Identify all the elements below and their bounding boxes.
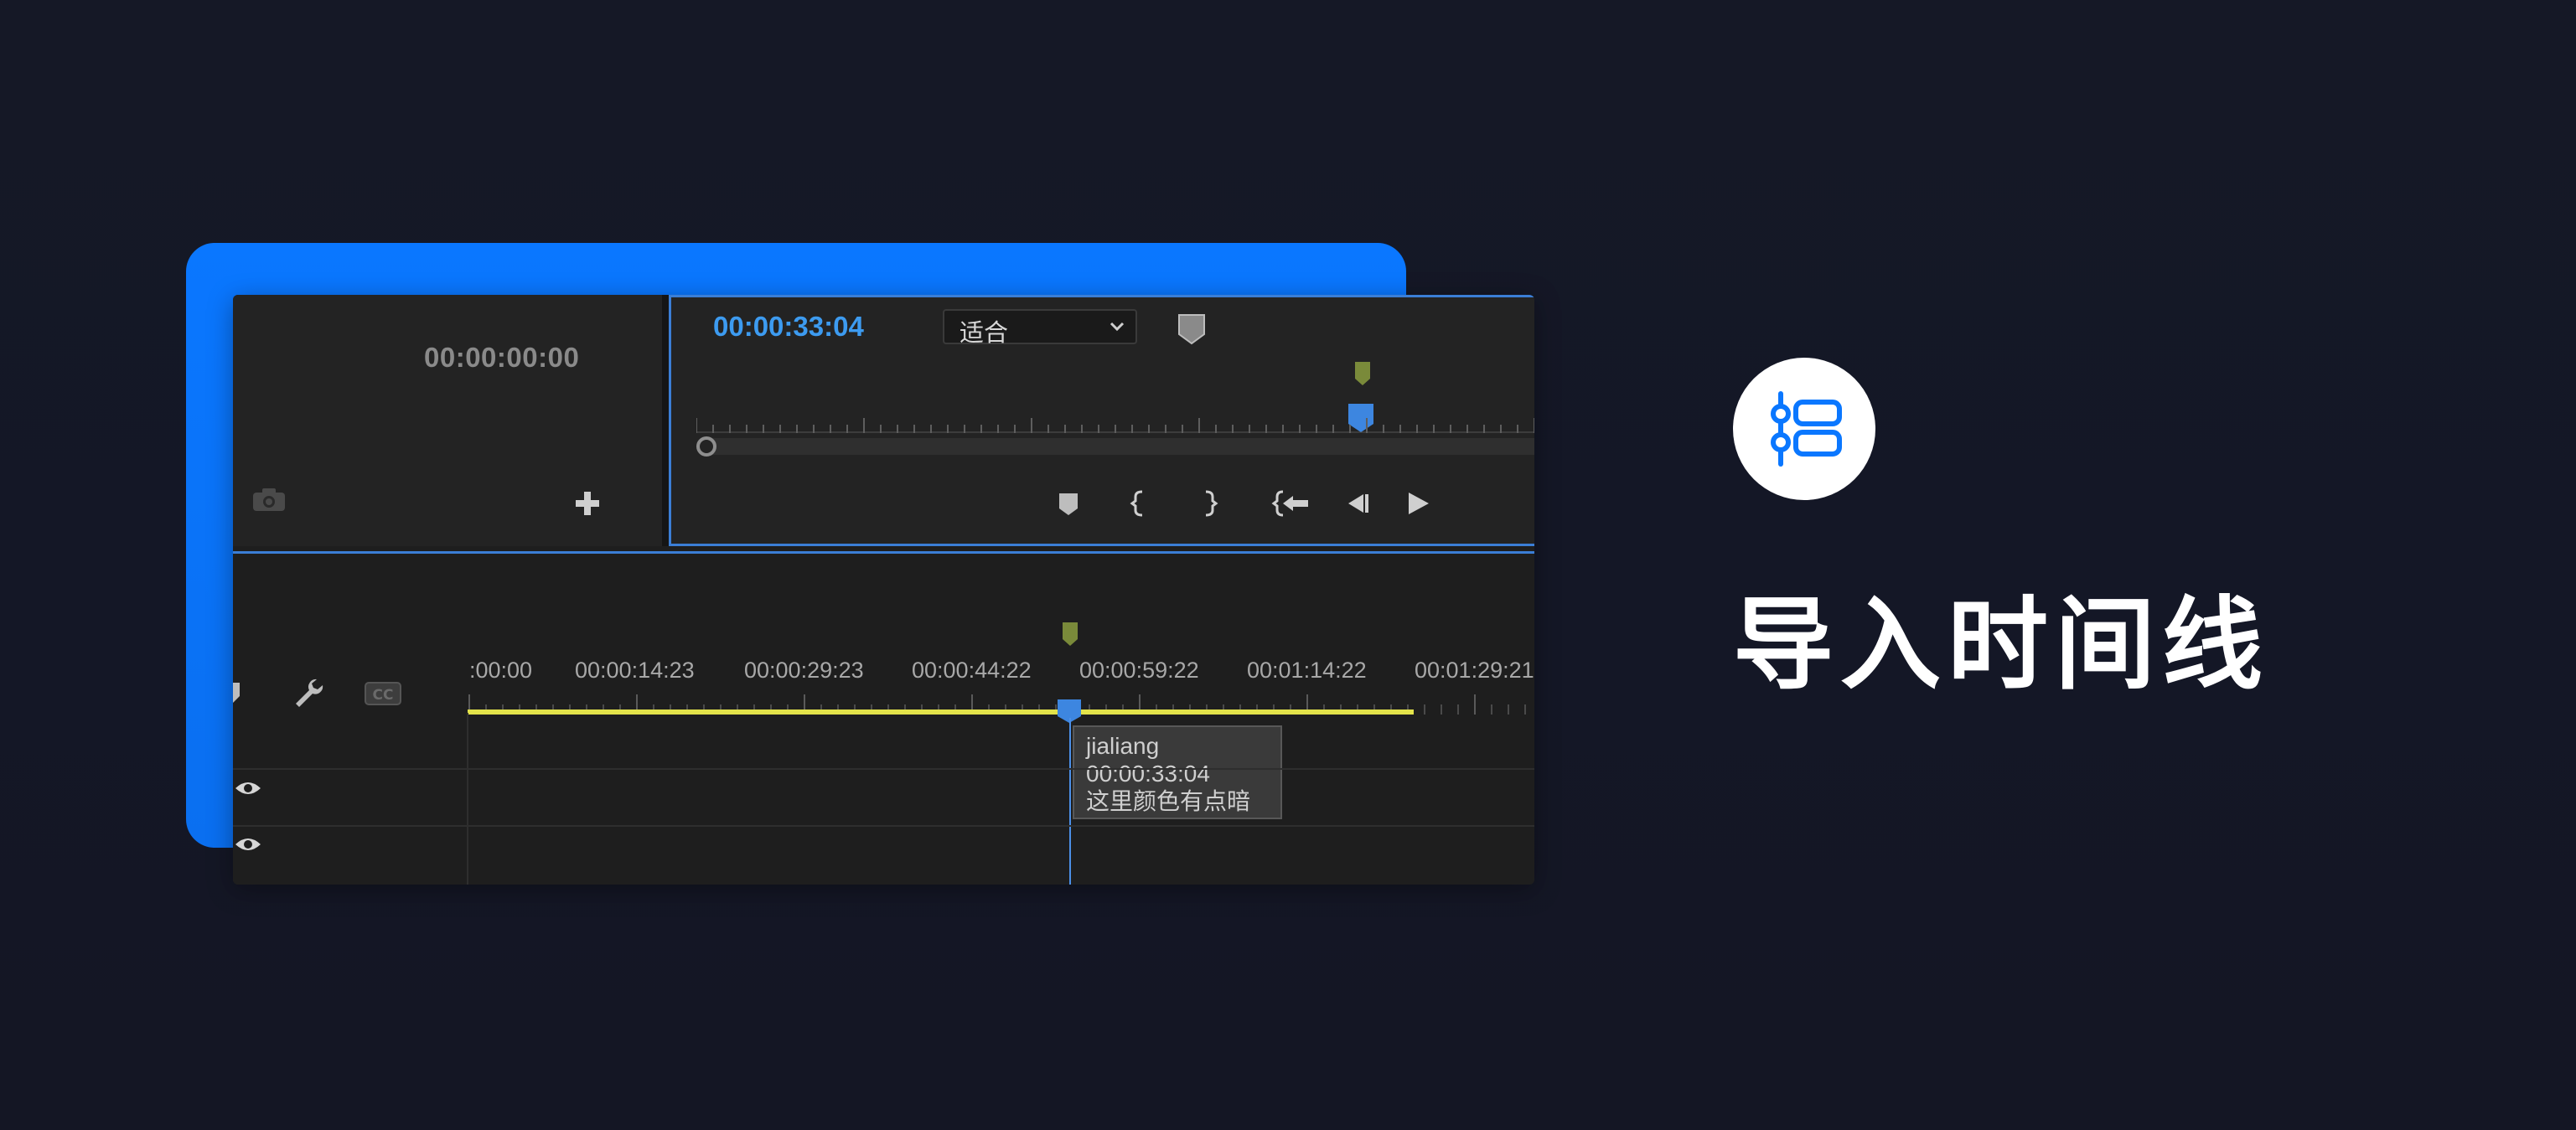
ruler-label: :00:00 [469,658,533,683]
timeline-ruler[interactable]: :00:00 00:00:14:23 00:00:29:23 00:00:44:… [468,554,1534,885]
marker-tooltip: jialiang 00:00:33:04 这里颜色有点暗 [1073,725,1282,819]
marker-icon[interactable] [1053,488,1084,519]
stage: 00:00:00:00 00:00:33:04 适合 CC:00:00 00:… [0,0,2576,1130]
add-icon[interactable] [573,489,602,518]
eye-icon[interactable] [233,834,263,854]
ruler-label: 00:00:44:22 [912,658,1032,683]
camera-icon[interactable] [251,486,287,513]
work-area-bar[interactable] [468,709,1414,715]
premiere-screenshot: 00:00:00:00 00:00:33:04 适合 CC:00:00 00:… [233,295,1534,885]
tooltip-timecode: 00:00:33:04 [1086,761,1210,787]
marker-icon[interactable] [233,679,240,704]
track-header-divider [467,713,468,885]
scrollbar-handle[interactable] [696,436,716,457]
program-ruler[interactable] [696,415,1534,433]
ruler-label: 00:00:29:23 [744,658,864,683]
mark-out-icon[interactable] [1194,488,1224,519]
track-divider [233,768,1534,770]
program-timecode[interactable]: 00:00:33:04 [713,311,864,343]
playhead-line [1069,718,1071,885]
timeline-icon [1771,391,1842,467]
mark-in-icon[interactable] [1124,488,1154,519]
play-icon[interactable] [1402,488,1432,519]
program-monitor: 00:00:33:04 适合 [669,295,1534,546]
zoom-select-value: 适合 [960,320,1009,347]
tooltip-comment: 这里颜色有点暗 [1086,788,1251,814]
marker-icon[interactable] [1177,312,1207,346]
source-timecode: 00:00:00:00 [424,342,580,373]
tooltip-name: jialiang [1086,733,1160,759]
captions-icon[interactable]: CC [364,681,402,706]
ruler-label: 00:01:14:22 [1247,658,1367,683]
ruler-label: 00:01:29:21 [1415,658,1534,683]
zoom-select[interactable]: 适合 [943,309,1137,347]
ruler-label: 00:00:59:22 [1079,658,1199,683]
timeline-tools: CC [233,554,468,885]
chevron-down-icon [1110,322,1125,332]
go-to-in-icon[interactable] [1271,488,1311,519]
track-divider [233,825,1534,827]
feature-badge [1733,358,1875,500]
wrench-icon[interactable] [292,676,325,709]
comment-marker-green[interactable] [1061,621,1079,648]
timeline-panel: CC :00:00 00:00:14:23 00:00:29:23 00:00:… [233,554,1534,885]
eye-icon[interactable] [233,778,263,798]
ruler-label: 00:00:14:23 [575,658,695,683]
program-scrollbar[interactable] [696,436,1534,457]
feature-title: 导入时间线 [1733,587,2269,704]
comment-marker-green[interactable] [1353,360,1372,387]
source-monitor: 00:00:00:00 [233,295,662,546]
step-back-icon[interactable] [1342,488,1372,519]
svg-text:CC: CC [373,687,394,704]
